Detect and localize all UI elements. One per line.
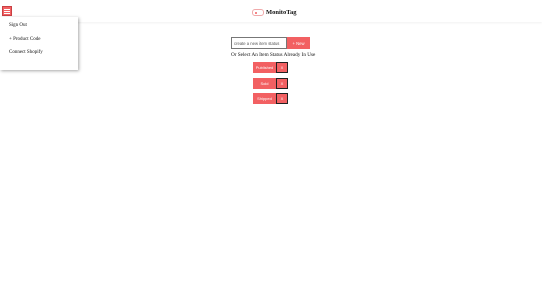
top-bar: MonitoTag (0, 0, 542, 22)
status-row: Sold X (253, 78, 288, 89)
existing-status-heading: Or Select An Item Status Already In Use (231, 52, 316, 58)
status-row: Shipped X (253, 93, 288, 104)
drawer-item-sign-out[interactable]: Sign Out (9, 23, 27, 28)
remove-status-button[interactable]: X (276, 62, 288, 73)
new-status-input[interactable] (231, 37, 287, 49)
side-drawer: Sign Out + Product Code Connect Shopify (0, 17, 78, 70)
status-row: Published X (253, 62, 288, 73)
hamburger-icon[interactable] (2, 6, 12, 16)
status-button-shipped[interactable]: Shipped (253, 93, 276, 104)
status-button-sold[interactable]: Sold (253, 78, 276, 89)
status-button-published[interactable]: Published (253, 62, 276, 73)
hamburger-line (4, 8, 10, 10)
toggle-logo-icon (252, 8, 264, 16)
remove-status-button[interactable]: X (276, 93, 288, 104)
remove-status-button[interactable]: X (276, 78, 288, 89)
brand-name: MonitoTag (266, 8, 297, 16)
new-status-form: + New (231, 37, 310, 49)
brand[interactable]: MonitoTag (252, 6, 296, 18)
drawer-item-connect-shopify[interactable]: Connect Shopify (9, 50, 43, 55)
new-status-button[interactable]: + New (287, 37, 310, 49)
new-button-label: + New (292, 40, 305, 46)
hamburger-line (4, 12, 10, 14)
hamburger-line (4, 10, 10, 12)
drawer-item-product-code[interactable]: + Product Code (9, 37, 40, 42)
